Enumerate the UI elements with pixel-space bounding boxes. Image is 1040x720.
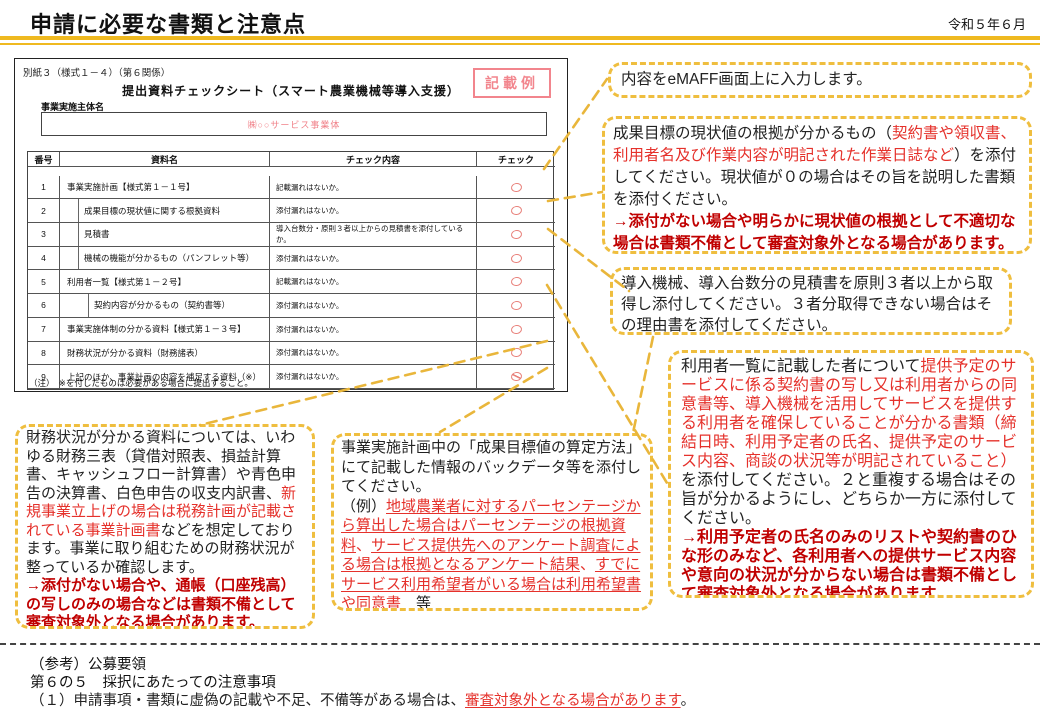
note-financial-documents: 財務状況が分かる資料については、いわゆる財務三表（貸借対照表、損益計算書、キャッ… xyxy=(15,424,315,629)
row-number: 8 xyxy=(28,342,60,366)
check-circle-icon xyxy=(510,300,522,311)
check-circle-icon xyxy=(510,253,522,264)
row-number: 6 xyxy=(28,294,60,318)
row-mark xyxy=(477,318,555,342)
footer-divider xyxy=(0,643,1040,645)
row-name: 利用者一覧【様式第１－２号】 xyxy=(60,270,270,294)
row-check-content: 導入台数分・原則３者以上からの見積書を添付しているか。 xyxy=(270,223,477,247)
page-title: 申請に必要な書類と注意点 xyxy=(30,7,306,39)
row-name: 成果目標の現状値に関する根拠資料 xyxy=(60,199,270,223)
row-mark xyxy=(477,294,555,318)
row-mark xyxy=(477,247,555,271)
row-mark xyxy=(477,365,555,389)
note-user-list: 利用者一覧に記載した者について提供予定のサービスに係る契約書の写し又は利用者から… xyxy=(668,350,1034,598)
row-number: 4 xyxy=(28,247,60,271)
row-check-content: 添付漏れはないか。 xyxy=(270,247,477,271)
row-check-content: 添付漏れはないか。 xyxy=(270,294,477,318)
row-mark xyxy=(477,176,555,200)
check-circle-icon xyxy=(510,324,522,335)
checklist-table: 番号 資料名 チェック内容 チェック 1 事業実施計画【様式第１－１号】 記載漏… xyxy=(27,151,554,390)
doc-reference: 別紙３（様式１－４）（第６関係） xyxy=(23,65,170,79)
row-check-content: 添付漏れはないか。 xyxy=(270,318,477,342)
check-circle-icon xyxy=(510,347,522,358)
doc-title: 提出資料チェックシート（スマート農業機械等導入支援） xyxy=(15,82,567,99)
row-check-content: 添付漏れはないか。 xyxy=(270,365,477,389)
accent-line-thick xyxy=(0,36,1040,40)
row-name: 事業実施体制の分かる資料【様式第１－３号】 xyxy=(60,318,270,342)
row-mark xyxy=(477,223,555,247)
footer-caution-line: （１）申請事項・書類に虚偽の記載や不足、不備等がある場合は、審査対象外となる場合… xyxy=(30,689,695,710)
column-header: 資料名 xyxy=(60,152,270,167)
check-circle-icon xyxy=(510,182,522,193)
row-number: 2 xyxy=(28,199,60,223)
row-name: 財務状況が分かる資料（財務諸表） xyxy=(60,342,270,366)
row-mark xyxy=(477,199,555,223)
row-number: 5 xyxy=(28,270,60,294)
document-panel: 別紙３（様式１－４）（第６関係） 記載例 提出資料チェックシート（スマート農業機… xyxy=(14,58,568,392)
table-note: （注） ※を付したものは必要がある場合に提出すること。 xyxy=(29,377,253,389)
entity-name-box: ㈱○○サービス事業体 xyxy=(41,112,547,136)
column-header: 番号 xyxy=(28,152,60,167)
check-circle-icon xyxy=(510,205,522,216)
note-current-value-evidence: 成果目標の現状値の根拠が分かるもの（契約書や領収書、利用者名及び作業内容が明記さ… xyxy=(602,116,1032,254)
check-circle-icon xyxy=(510,276,522,287)
row-number: 3 xyxy=(28,223,60,247)
note-calculation-backdata: 事業実施計画中の「成果目標値の算定方法」にて記載した情報のバックデータ等を添付し… xyxy=(331,433,653,611)
column-header: チェック内容 xyxy=(270,152,477,167)
check-circle-icon xyxy=(510,371,522,382)
note-emaff-input: 内容をeMAFF画面上に入力します。 xyxy=(608,62,1032,98)
accent-line-thin xyxy=(0,43,1040,45)
row-check-content: 添付漏れはないか。 xyxy=(270,342,477,366)
row-mark xyxy=(477,342,555,366)
slide: 申請に必要な書類と注意点 令和５年６月 別紙３（様式１－４）（第６関係） 記載例… xyxy=(0,0,1040,720)
note-quotations: 導入機械、導入台数分の見積書を原則３者以上から取得し添付してください。３者分取得… xyxy=(610,267,1012,335)
row-number: 1 xyxy=(28,176,60,200)
row-name: 契約内容が分かるもの（契約書等） xyxy=(60,294,270,318)
column-header: チェック xyxy=(477,152,555,167)
row-check-content: 添付漏れはないか。 xyxy=(270,199,477,223)
row-name: 見積書 xyxy=(60,223,270,247)
row-name: 機械の機能が分かるもの（パンフレット等） xyxy=(60,247,270,271)
row-check-content: 記載漏れはないか。 xyxy=(270,270,477,294)
page-date: 令和５年６月 xyxy=(948,14,1026,33)
row-number: 7 xyxy=(28,318,60,342)
check-circle-icon xyxy=(510,229,522,240)
row-mark xyxy=(477,270,555,294)
row-name: 事業実施計画【様式第１－１号】 xyxy=(60,176,270,200)
row-check-content: 記載漏れはないか。 xyxy=(270,176,477,200)
entity-name: ㈱○○サービス事業体 xyxy=(248,118,341,131)
